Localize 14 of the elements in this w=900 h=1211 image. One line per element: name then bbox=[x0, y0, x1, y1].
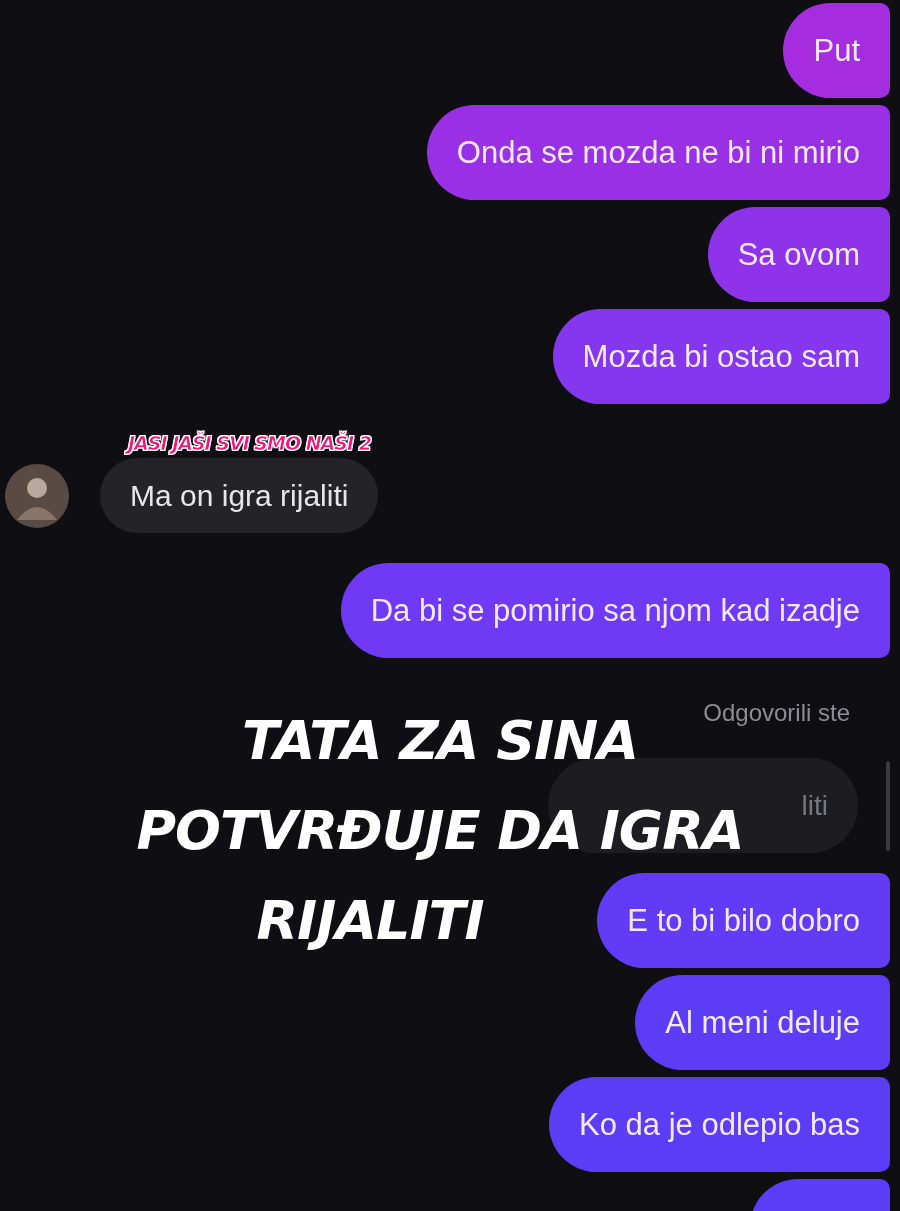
caption-text: TATA ZA SINA bbox=[241, 708, 639, 774]
message-bubble: Al meni deluje bbox=[635, 975, 890, 1070]
message-bubble: Da bi se pomirio sa njom kad izadje bbox=[340, 563, 890, 658]
caption-text: RIJALITI bbox=[256, 888, 484, 954]
reply-label: Odgovorili ste bbox=[703, 698, 850, 728]
message-bubble: E to bi bilo dobro bbox=[597, 873, 890, 968]
avatar bbox=[5, 463, 69, 528]
message-bubble: Onda se mozda ne bi ni mirio bbox=[426, 105, 890, 200]
message-bubble: Sa ovom bbox=[707, 207, 890, 302]
message-bubble: Ma on igra rijaliti bbox=[100, 458, 379, 533]
message-bubble: Mozda bi ostao sam bbox=[552, 309, 890, 404]
caption-text: POTVRĐUJE DA IGRA bbox=[136, 798, 744, 864]
message-bubble: Put bbox=[783, 3, 890, 98]
message-bubble: Ko da je odlepio bas bbox=[549, 1077, 890, 1172]
